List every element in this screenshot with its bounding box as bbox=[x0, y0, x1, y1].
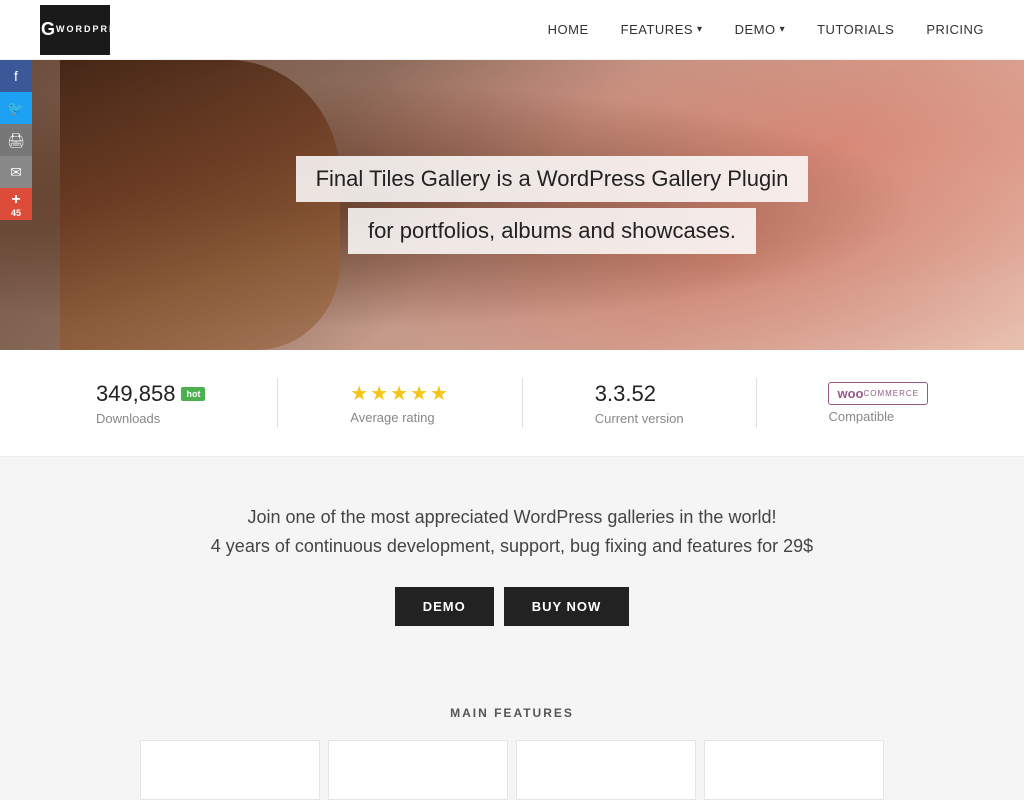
version-stat: 3.3.52 Current version bbox=[595, 381, 684, 426]
feature-card-3 bbox=[516, 740, 696, 800]
woo-stat: woo commerce Compatible bbox=[828, 382, 928, 424]
promo-buttons: DEMO BUY NOW bbox=[40, 587, 984, 626]
promo-line2: 4 years of continuous development, suppo… bbox=[40, 536, 984, 557]
hero-text-container: Final Tiles Gallery is a WordPress Galle… bbox=[296, 156, 809, 254]
features-cards bbox=[20, 740, 1004, 800]
feature-card-1 bbox=[140, 740, 320, 800]
rating-stars: ★★★★★ bbox=[350, 381, 450, 406]
site-header: FTG WORDPRESS HOME FEATURES DEMO TUTORIA… bbox=[0, 0, 1024, 60]
nav-tutorials[interactable]: TUTORIALS bbox=[817, 22, 894, 37]
buy-now-button[interactable]: BUY NOW bbox=[504, 587, 630, 626]
google-plus-button[interactable]: + 45 bbox=[0, 188, 32, 220]
hero-section: Final Tiles Gallery is a WordPress Galle… bbox=[0, 60, 1024, 350]
woo-icon: woo bbox=[837, 386, 863, 401]
stats-bar: 349,858 hot Downloads ★★★★★ Average rati… bbox=[0, 350, 1024, 457]
woocommerce-badge: woo commerce bbox=[828, 382, 928, 405]
stat-divider-1 bbox=[277, 378, 278, 428]
social-sidebar: f 🐦 🖨 ✉ + 45 bbox=[0, 60, 32, 220]
hot-badge: hot bbox=[181, 387, 205, 401]
features-section: MAIN FEATURES bbox=[0, 676, 1024, 800]
demo-button[interactable]: DEMO bbox=[395, 587, 494, 626]
nav-features[interactable]: FEATURES bbox=[621, 22, 703, 37]
downloads-value-container: 349,858 hot bbox=[96, 381, 206, 407]
woo-text: commerce bbox=[863, 389, 919, 398]
facebook-icon: f bbox=[14, 68, 18, 84]
email-icon: ✉ bbox=[10, 164, 22, 181]
site-logo[interactable]: FTG WORDPRESS bbox=[40, 5, 110, 55]
nav-pricing[interactable]: PRICING bbox=[926, 22, 984, 37]
downloads-label: Downloads bbox=[96, 411, 206, 426]
rating-stat: ★★★★★ Average rating bbox=[350, 381, 450, 425]
promo-line1: Join one of the most appreciated WordPre… bbox=[40, 507, 984, 528]
twitter-share-button[interactable]: 🐦 bbox=[0, 92, 32, 124]
downloads-stat: 349,858 hot Downloads bbox=[96, 381, 206, 426]
features-title: MAIN FEATURES bbox=[20, 706, 1004, 720]
promo-section: Join one of the most appreciated WordPre… bbox=[0, 457, 1024, 676]
nav-home[interactable]: HOME bbox=[548, 22, 589, 37]
feature-card-4 bbox=[704, 740, 884, 800]
twitter-icon: 🐦 bbox=[7, 100, 24, 117]
facebook-share-button[interactable]: f bbox=[0, 60, 32, 92]
print-button[interactable]: 🖨 bbox=[0, 124, 32, 156]
feature-card-2 bbox=[328, 740, 508, 800]
stat-divider-2 bbox=[522, 378, 523, 428]
hero-line1: Final Tiles Gallery is a WordPress Galle… bbox=[296, 156, 809, 202]
nav-demo[interactable]: DEMO bbox=[735, 22, 786, 37]
version-number: 3.3.52 bbox=[595, 381, 684, 407]
plus-icon: + bbox=[11, 191, 20, 209]
downloads-number: 349,858 bbox=[96, 381, 176, 407]
rating-label: Average rating bbox=[350, 410, 450, 425]
print-icon: 🖨 bbox=[7, 132, 25, 149]
stat-divider-3 bbox=[756, 378, 757, 428]
main-nav: HOME FEATURES DEMO TUTORIALS PRICING bbox=[548, 22, 984, 37]
version-label: Current version bbox=[595, 411, 684, 426]
woo-compatible-label: Compatible bbox=[828, 409, 928, 424]
hero-line2: for portfolios, albums and showcases. bbox=[348, 208, 756, 254]
plus-count: 45 bbox=[11, 209, 21, 218]
email-share-button[interactable]: ✉ bbox=[0, 156, 32, 188]
